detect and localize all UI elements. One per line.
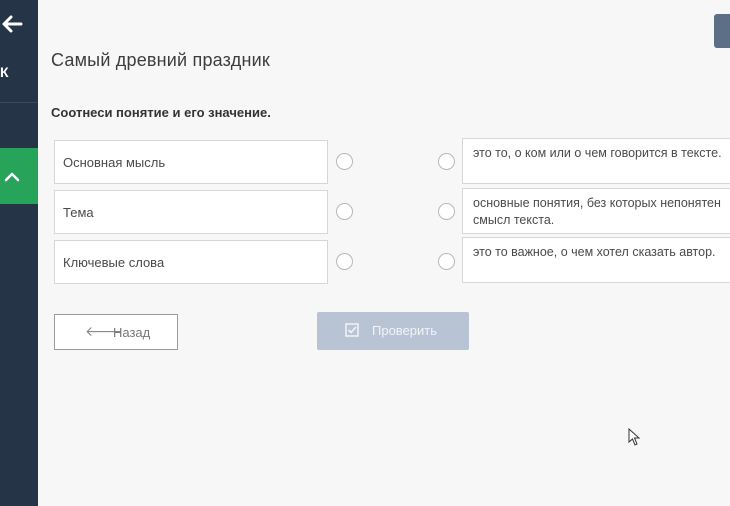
checkbox-icon <box>345 323 359 340</box>
page-title: Самый древний праздник <box>51 50 270 70</box>
definition-label: это то, о ком или о чем говорится в текс… <box>473 146 722 160</box>
expand-icon[interactable] <box>714 14 730 48</box>
term-label: Ключевые слова <box>63 255 165 270</box>
term-radio-3[interactable] <box>336 253 353 270</box>
back-button-label: Назад <box>113 325 151 340</box>
check-button[interactable]: Проверить <box>317 312 469 350</box>
definition-card-1[interactable]: это то, о ком или о чем говорится в текс… <box>462 138 730 184</box>
back-arrow-icon[interactable] <box>0 14 24 38</box>
mouse-cursor-icon <box>628 427 642 451</box>
term-label: Основная мысль <box>63 155 166 170</box>
definition-label: основные понятия, без которых непонятен … <box>473 196 721 227</box>
definition-radio-2[interactable] <box>438 203 455 220</box>
definition-radio-1[interactable] <box>438 153 455 170</box>
term-card-main-idea[interactable]: Основная мысль <box>54 140 328 184</box>
definition-label: это то важное, о чем хотел сказать автор… <box>473 245 716 259</box>
term-card-keywords[interactable]: Ключевые слова <box>54 240 328 284</box>
definition-radio-3[interactable] <box>438 253 455 270</box>
sidebar-active-item[interactable] <box>0 148 38 204</box>
task-instruction: Соотнеси понятие и его значение. <box>51 105 271 120</box>
term-radio-1[interactable] <box>336 153 353 170</box>
back-button[interactable]: 🡐 Назад <box>54 314 178 350</box>
main-content: Самый древний праздник Соотнеси понятие … <box>38 0 730 506</box>
term-label: Тема <box>63 205 94 220</box>
term-radio-2[interactable] <box>336 203 353 220</box>
term-card-topic[interactable]: Тема <box>54 190 328 234</box>
check-button-label: Проверить <box>372 323 438 338</box>
sidebar: К <box>0 0 38 506</box>
sidebar-divider <box>0 102 38 103</box>
chevron-up-icon <box>4 172 20 182</box>
definition-card-2[interactable]: основные понятия, без которых непонятен … <box>462 188 730 234</box>
sidebar-letter: К <box>0 64 9 80</box>
definition-card-3[interactable]: это то важное, о чем хотел сказать автор… <box>462 237 730 283</box>
